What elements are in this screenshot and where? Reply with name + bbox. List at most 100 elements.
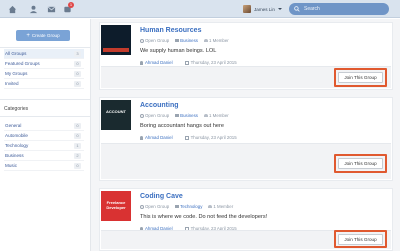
join-group-button[interactable]: Join This Group — [338, 158, 383, 169]
notification-badge: 1 — [68, 2, 74, 8]
count-badge: 0 — [74, 60, 81, 67]
calendar-icon — [184, 60, 189, 65]
chevron-down-icon — [277, 8, 282, 10]
group-list: Human Resources Open Group Business 1 Me… — [90, 19, 400, 251]
sidebar-item-label: My Groups — [5, 71, 28, 76]
join-group-button[interactable]: Join This Group — [338, 72, 383, 83]
sidebar-item-my-groups[interactable]: My Groups 0 — [4, 69, 84, 79]
sidebar-item-business[interactable]: Business 2 — [4, 151, 84, 161]
group-card: ACCOUNT Accounting Open Group Business 1… — [99, 97, 393, 181]
group-description: We supply human beings. LOL — [140, 48, 217, 54]
thumbnail-text: ACCOUNT — [106, 109, 126, 114]
join-button-highlight: Join This Group — [334, 68, 387, 87]
sidebar-item-automobile[interactable]: Automobile 0 — [4, 131, 84, 141]
join-button-highlight: Join This Group — [334, 230, 387, 248]
author-link[interactable]: Ahmad Daniel — [140, 60, 173, 65]
sidebar: + Create Group All Groups 3 Featured Gro… — [0, 19, 90, 251]
search-input[interactable] — [304, 6, 384, 12]
sidebar-item-label: Featured Groups — [5, 61, 40, 66]
globe-icon — [140, 204, 144, 209]
privacy-label: Open Group — [140, 38, 169, 43]
category-link[interactable]: Business — [175, 113, 198, 118]
created-date: Thursday, 23 April 2015 — [184, 60, 237, 65]
member-count: 1 Member — [208, 204, 233, 209]
categories-heading: Categories — [4, 106, 29, 112]
user-icon — [140, 60, 143, 65]
group-thumbnail[interactable]: Freelance Developer — [101, 191, 131, 221]
group-meta: Open Group Business 1 Member — [140, 113, 229, 118]
people-icon — [208, 205, 213, 209]
card-action-area: Join This Group — [101, 230, 391, 249]
top-navbar: 1 James Lin — [0, 0, 400, 18]
count-badge: 2 — [74, 152, 81, 159]
count-badge: 0 — [74, 80, 81, 87]
sidebar-item-invited[interactable]: Invited 0 — [4, 79, 84, 89]
count-badge: 1 — [74, 142, 81, 149]
calendar-icon — [184, 135, 189, 140]
thumbnail-text: Freelance Developer — [106, 200, 126, 210]
category-link[interactable]: Business — [175, 38, 198, 43]
group-meta: Open Group Technology 1 Member — [140, 204, 233, 209]
sidebar-item-label: General — [5, 123, 22, 128]
sidebar-item-technology[interactable]: Technology 1 — [4, 141, 84, 151]
user-icon — [140, 135, 143, 140]
group-filter-list: All Groups 3 Featured Groups 0 My Groups… — [4, 49, 84, 89]
user-icon[interactable] — [28, 4, 38, 14]
divider — [0, 99, 90, 100]
group-title[interactable]: Human Resources — [140, 27, 201, 34]
user-name: James Lin — [254, 6, 275, 12]
join-button-highlight: Join This Group — [334, 154, 387, 173]
group-title[interactable]: Coding Cave — [140, 193, 183, 200]
folder-icon — [175, 205, 180, 209]
privacy-label: Open Group — [140, 204, 169, 209]
group-thumbnail[interactable] — [101, 25, 131, 55]
group-footer: Ahmad Daniel Thursday, 23 April 2015 — [140, 60, 237, 65]
avatar — [243, 5, 251, 13]
home-icon[interactable] — [7, 4, 17, 14]
group-thumbnail[interactable]: ACCOUNT — [101, 100, 131, 130]
sidebar-item-label: All Groups — [5, 51, 27, 56]
divider — [0, 47, 90, 48]
sidebar-item-music[interactable]: Music 0 — [4, 161, 84, 171]
card-action-area: Join This Group — [101, 143, 391, 179]
sidebar-item-label: Invited — [5, 81, 19, 86]
author-link[interactable]: Ahmad Daniel — [140, 135, 173, 140]
count-badge: 0 — [74, 162, 81, 169]
member-count: 1 Member — [204, 38, 229, 43]
count-badge: 0 — [74, 70, 81, 77]
sidebar-item-label: Automobile — [5, 133, 28, 138]
people-icon — [204, 39, 208, 43]
sidebar-item-all-groups[interactable]: All Groups 3 — [4, 49, 84, 59]
divider — [0, 116, 90, 117]
category-list: General 0 Automobile 0 Technology 1 Busi… — [4, 121, 84, 171]
globe-icon — [140, 113, 144, 118]
count-badge: 0 — [74, 122, 81, 129]
category-link[interactable]: Technology — [175, 204, 202, 209]
card-action-area: Join This Group — [101, 66, 391, 88]
mail-icon[interactable] — [46, 4, 56, 14]
create-group-label: Create Group — [31, 33, 60, 38]
group-card: Freelance Developer Coding Cave Open Gro… — [99, 188, 393, 251]
count-badge: 0 — [74, 132, 81, 139]
sidebar-item-featured-groups[interactable]: Featured Groups 0 — [4, 59, 84, 69]
folder-icon — [175, 39, 180, 43]
group-meta: Open Group Business 1 Member — [140, 38, 229, 43]
search-box[interactable] — [289, 3, 389, 15]
join-group-button[interactable]: Join This Group — [338, 233, 383, 245]
search-icon — [294, 6, 300, 12]
plus-icon: + — [26, 32, 30, 39]
group-title[interactable]: Accounting — [140, 102, 179, 109]
people-icon — [204, 114, 208, 118]
sidebar-item-label: Music — [5, 163, 17, 168]
group-footer: Ahmad Daniel Thursday, 23 April 2015 — [140, 135, 237, 140]
member-count: 1 Member — [204, 113, 229, 118]
created-date: Thursday, 23 April 2015 — [184, 135, 237, 140]
group-description: This is where we code. Do not feed the d… — [140, 214, 268, 220]
user-menu[interactable]: James Lin — [243, 3, 283, 15]
privacy-label: Open Group — [140, 113, 169, 118]
folder-icon — [175, 114, 180, 118]
sidebar-item-label: Technology — [5, 143, 29, 148]
sidebar-item-general[interactable]: General 0 — [4, 121, 84, 131]
count-badge: 3 — [74, 50, 81, 57]
create-group-button[interactable]: + Create Group — [16, 30, 70, 41]
